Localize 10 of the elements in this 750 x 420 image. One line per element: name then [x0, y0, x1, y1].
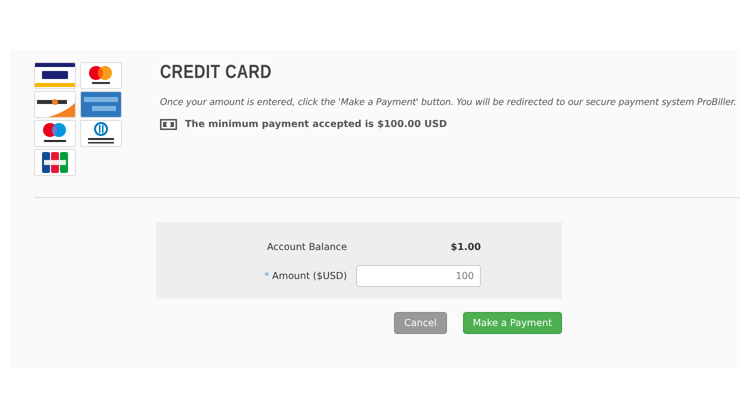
- amount-field[interactable]: 100: [356, 265, 481, 287]
- instructions-text: Once your amount is entered, click the 'Make a Payment' button. You will be redirected to our secure payment system ProBiller.: [160, 97, 736, 108]
- payment-button[interactable]: Make a Payment: [462, 312, 562, 334]
- balance-label: Account Balance: [266, 242, 348, 252]
- section-title: CREDIT CARD: [160, 62, 273, 84]
- minimum-payment-note: The minimum payment accepted is $100.00 USD: [185, 119, 447, 130]
- cancel-button[interactable]: Cancel: [394, 312, 447, 334]
- balance-value: $1.00: [450, 242, 481, 252]
- required-mark: *: [264, 270, 270, 282]
- amount-label: Amount ($USD): [272, 270, 347, 282]
